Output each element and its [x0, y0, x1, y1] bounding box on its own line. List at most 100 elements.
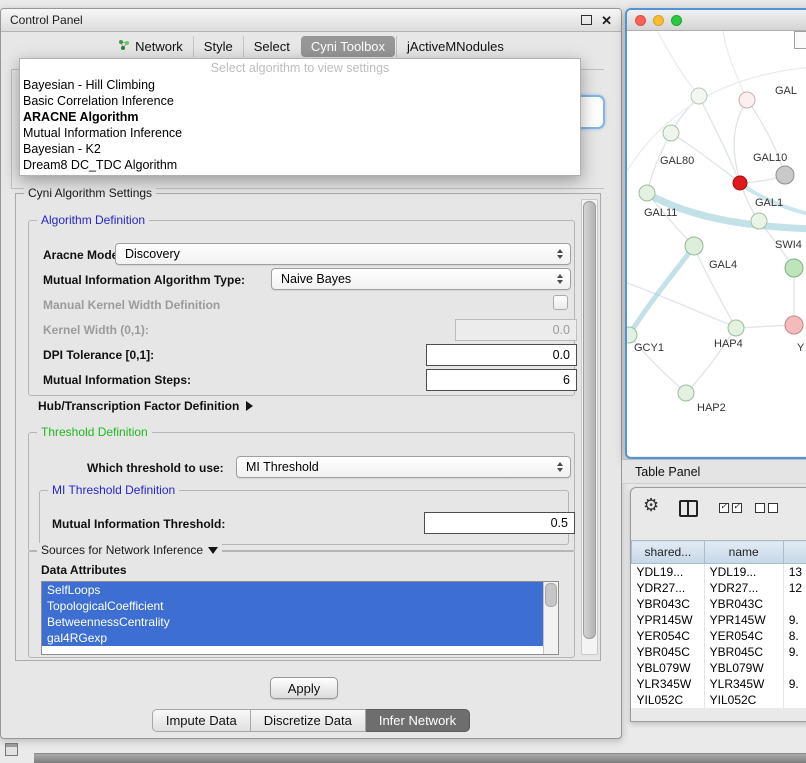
network-node[interactable]: [728, 320, 744, 336]
network-node[interactable]: [691, 88, 707, 104]
table-row[interactable]: YBL079WYBL079W: [632, 660, 806, 676]
tab-cyni-toolbox[interactable]: Cyni Toolbox: [301, 36, 395, 57]
algorithm-option[interactable]: Bayesian - Hill Climbing: [20, 77, 580, 93]
table-row[interactable]: YER054CYER054C8.: [632, 628, 806, 644]
sources-group: Sources for Network Inference Data Attri…: [28, 550, 575, 658]
column-header[interactable]: [783, 541, 806, 564]
attribute-item[interactable]: TopologicalCoefficient: [42, 598, 544, 614]
combo-value: Naive Bayes: [281, 272, 351, 286]
tab-label: Select: [254, 39, 290, 54]
algorithm-option-selected[interactable]: ARACNE Algorithm: [20, 109, 580, 125]
mi-threshold-input[interactable]: 0.5: [424, 512, 575, 534]
control-panel-window: Control Panel ✕ Network: [0, 8, 622, 739]
columns-icon[interactable]: [679, 500, 698, 517]
network-node[interactable]: [739, 92, 755, 108]
network-node[interactable]: [776, 166, 794, 184]
tab-label: jActiveMNodules: [407, 39, 504, 54]
network-node-label: GCY1: [634, 342, 664, 354]
network-canvas[interactable]: GALGAL80GAL10GAL11GAL1SWI4GAL4GCY1HAP4HA…: [627, 31, 806, 456]
algorithm-option[interactable]: Dream8 DC_TDC Algorithm: [20, 157, 580, 173]
algorithm-option[interactable]: Basic Correlation Inference: [20, 93, 580, 109]
top-tab-bar: Network Style Select Cyni Toolbox jActiv…: [1, 36, 621, 57]
tab-network[interactable]: Network: [108, 36, 193, 57]
kernel-width-input[interactable]: 0.0: [455, 319, 577, 341]
algorithm-option[interactable]: Mutual Information Inference: [20, 125, 580, 141]
tab-infer-network[interactable]: Infer Network: [366, 709, 470, 732]
control-panel-titlebar[interactable]: Control Panel ✕: [1, 9, 621, 32]
aracne-mode-label: Aracne Mode:: [43, 248, 122, 262]
column-header[interactable]: name: [704, 541, 783, 564]
network-node[interactable]: [785, 259, 803, 277]
select-all-icon[interactable]: [719, 503, 742, 513]
zoom-traffic-light[interactable]: [671, 15, 682, 26]
gear-icon[interactable]: ⚙: [643, 496, 659, 514]
table-row[interactable]: YPR145WYPR145W9.: [632, 612, 806, 628]
cyni-algorithm-settings-panel: Cyni Algorithm Settings Algorithm Defini…: [15, 193, 601, 661]
network-edge: [657, 31, 697, 93]
manual-kernel-label: Manual Kernel Width Definition: [43, 298, 220, 312]
tab-style[interactable]: Style: [193, 36, 243, 57]
tab-discretize-data[interactable]: Discretize Data: [251, 709, 366, 732]
table-row[interactable]: YLR345WYLR345W9.: [632, 676, 806, 692]
network-view-window: GALGAL80GAL10GAL11GAL1SWI4GAL4GCY1HAP4HA…: [625, 8, 806, 459]
network-node[interactable]: [685, 237, 703, 255]
minimize-traffic-light[interactable]: [653, 15, 664, 26]
tab-select[interactable]: Select: [243, 36, 300, 57]
table-row[interactable]: YDL19...YDL19...13: [632, 564, 806, 581]
table-row[interactable]: YIL052CYIL052C: [632, 692, 806, 708]
network-edge: [737, 325, 792, 328]
settings-group-title: Cyni Algorithm Settings: [24, 186, 156, 200]
deselect-all-icon[interactable]: [755, 503, 778, 513]
attribute-item[interactable]: BetweennessCentrality: [42, 614, 544, 630]
tab-jactivemnodules[interactable]: jActiveMNodules: [396, 36, 514, 57]
network-window-titlebar[interactable]: [627, 10, 806, 31]
window-title: Control Panel: [10, 13, 83, 27]
mi-type-select[interactable]: Naive Bayes: [271, 268, 571, 290]
apply-button[interactable]: Apply: [270, 677, 338, 699]
list-scrollbar[interactable]: [543, 582, 558, 654]
table-row[interactable]: YDR27...YDR27...12: [632, 580, 806, 596]
aracne-mode-select[interactable]: Discovery: [115, 243, 571, 265]
network-edge: [629, 248, 693, 335]
table-row[interactable]: YBR043CYBR043C: [632, 596, 806, 612]
attribute-item[interactable]: SelfLoops: [42, 582, 544, 598]
mi-type-label: Mutual Information Algorithm Type:: [43, 273, 245, 287]
collapse-icon[interactable]: [208, 547, 218, 554]
network-node[interactable]: [678, 385, 694, 401]
close-window-icon[interactable]: ✕: [601, 14, 612, 27]
hub-definition-expander[interactable]: Hub/Transcription Factor Definition: [38, 399, 253, 413]
scrollbar-thumb[interactable]: [583, 201, 596, 639]
manual-kernel-checkbox[interactable]: [553, 295, 568, 310]
dpi-tolerance-input[interactable]: 0.0: [426, 344, 577, 366]
network-edge: [734, 100, 747, 182]
network-node[interactable]: [751, 213, 767, 229]
attribute-item[interactable]: gal4RGexp: [42, 630, 544, 646]
table-row[interactable]: YBR045CYBR045C9.: [632, 644, 806, 660]
column-header[interactable]: shared...: [632, 541, 705, 564]
threshold-definition-title: Threshold Definition: [37, 425, 152, 439]
tab-label: Style: [204, 39, 233, 54]
scrollbar-thumb[interactable]: [545, 583, 557, 607]
settings-scrollbar[interactable]: [581, 199, 598, 655]
mi-threshold-group-title: MI Threshold Definition: [48, 483, 179, 497]
combo-value: Discovery: [125, 247, 180, 261]
network-node[interactable]: [733, 176, 747, 190]
float-window-icon[interactable]: [581, 15, 592, 25]
restore-panel-icon[interactable]: [5, 743, 18, 756]
network-node-label: GAL11: [644, 207, 677, 219]
mi-steps-input[interactable]: 6: [426, 369, 577, 391]
table-panel-header: Table Panel: [622, 459, 806, 484]
kernel-width-label: Kernel Width (0,1):: [43, 323, 149, 337]
network-node[interactable]: [785, 316, 803, 334]
tab-impute-data[interactable]: Impute Data: [152, 709, 251, 732]
threshold-type-select[interactable]: MI Threshold: [236, 456, 571, 478]
sources-group-title: Sources for Network Inference: [37, 543, 222, 557]
network-edge: [723, 31, 745, 95]
network-node[interactable]: [663, 125, 679, 141]
close-traffic-light[interactable]: [635, 15, 646, 26]
table-panel-window: ⚙ shared... name YDL19...YDL19...13 YDR2…: [630, 487, 806, 722]
mi-threshold-group: MI Threshold Definition Mutual Informati…: [39, 490, 569, 545]
network-node[interactable]: [639, 185, 655, 201]
algorithm-option[interactable]: Bayesian - K2: [20, 141, 580, 157]
sources-title-text: Sources for Network Inference: [41, 543, 203, 557]
